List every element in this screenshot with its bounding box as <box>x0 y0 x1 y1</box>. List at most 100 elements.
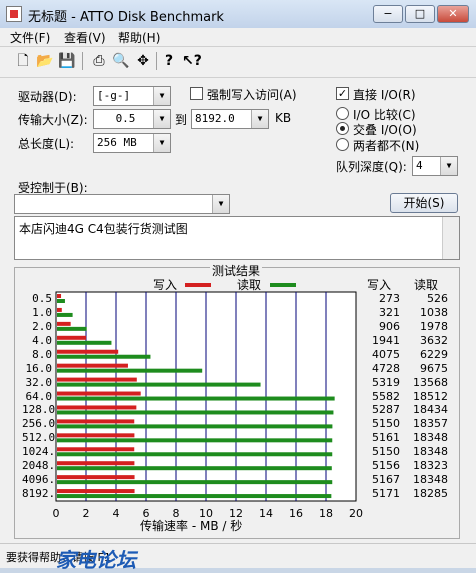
status-bar: 要获得帮助，请按 F1 家电论坛 <box>0 543 476 572</box>
menu-bar: 文件(F) 查看(V) 帮助(H) <box>0 28 476 46</box>
direct-io-label: 直接 I/O(R) <box>353 88 416 102</box>
chevron-down-icon: ▼ <box>153 110 170 128</box>
x-tick-label: 4 <box>112 507 120 520</box>
write-value: 5319 <box>372 375 400 389</box>
read-value: 1038 <box>420 305 448 319</box>
x-tick-label: 14 <box>259 507 273 520</box>
overlap-io-radio[interactable] <box>336 122 349 135</box>
controlled-by-select[interactable]: ▼ <box>14 194 230 214</box>
write-value: 5156 <box>372 459 400 473</box>
chevron-down-icon: ▼ <box>251 110 268 128</box>
read-value: 18348 <box>413 473 448 487</box>
neither-label: 两者都不(N) <box>353 139 420 153</box>
x-tick-label: 20 <box>349 507 363 520</box>
read-value: 18512 <box>413 389 448 403</box>
read-value: 1978 <box>420 319 448 333</box>
description-textarea[interactable]: 本店闪迪4G C4包装行货测试图 <box>14 216 460 260</box>
toolbar-separator <box>82 52 83 70</box>
y-category-label: 4.0 <box>32 333 52 347</box>
force-write-label: 强制写入访问(A) <box>207 88 297 102</box>
y-category-label: 16.0 <box>25 361 53 375</box>
legend-read-swatch <box>270 283 296 287</box>
transfer-from-select[interactable]: 0.5 ▼ <box>93 109 171 129</box>
drive-label: 驱动器(D): <box>18 90 77 104</box>
y-category-label: 8.0 <box>32 347 52 361</box>
write-value: 5167 <box>372 473 400 487</box>
menu-file[interactable]: 文件(F) <box>10 29 50 46</box>
read-value: 18285 <box>413 487 448 501</box>
transfer-size-label: 传输大小(Z): <box>18 113 88 127</box>
write-value: 273 <box>379 291 400 305</box>
drive-value: [-g-] <box>97 89 131 102</box>
chevron-down-icon: ▼ <box>212 195 229 213</box>
start-button[interactable]: 开始(S) <box>390 193 458 213</box>
toolbar-separator <box>156 52 157 70</box>
context-help-icon[interactable]: ↖? <box>182 52 202 70</box>
maximize-button[interactable]: □ <box>405 5 435 23</box>
y-category-label: 1.0 <box>32 305 52 319</box>
write-value: 5287 <box>372 403 400 417</box>
app-icon <box>6 6 22 22</box>
open-icon[interactable]: 📂 <box>36 52 54 70</box>
read-column-header: 读取 <box>414 278 439 292</box>
app-window: 无标题 - ATTO Disk Benchmark − □ ✕ 文件(F) 查看… <box>0 0 476 572</box>
read-value: 3632 <box>420 333 448 347</box>
menu-help[interactable]: 帮助(H) <box>118 29 160 46</box>
save-icon[interactable]: 💾 <box>58 52 76 70</box>
y-category-label: 2.0 <box>32 319 52 333</box>
read-value: 18348 <box>413 431 448 445</box>
legend-write-swatch <box>185 283 211 287</box>
queue-depth-select[interactable]: 4 ▼ <box>412 156 458 176</box>
x-axis-label: 传输速率 - MB / 秒 <box>140 519 243 533</box>
write-value: 5161 <box>372 431 400 445</box>
y-category-label: 8192.0 <box>22 487 62 501</box>
x-tick-label: 18 <box>319 507 333 520</box>
minimize-button[interactable]: − <box>373 5 403 23</box>
write-value: 1941 <box>372 333 400 347</box>
read-value: 9675 <box>420 361 448 375</box>
description-text: 本店闪迪4G C4包装行货测试图 <box>19 222 188 236</box>
legend-read-label: 读取 <box>237 278 262 292</box>
transfer-unit: KB <box>275 111 292 125</box>
direct-io-checkbox[interactable]: ✓ <box>336 87 349 100</box>
write-value: 321 <box>379 305 400 319</box>
y-category-label: 32.0 <box>25 375 53 389</box>
overlap-io-label: 交叠 I/O(O) <box>353 123 417 137</box>
close-button[interactable]: ✕ <box>437 5 469 23</box>
transfer-to-label: 到 <box>175 113 188 127</box>
chevron-down-icon: ▼ <box>153 134 170 152</box>
write-column-header: 写入 <box>367 278 392 292</box>
x-tick-label: 0 <box>52 507 60 520</box>
write-value: 5582 <box>372 389 400 403</box>
new-icon[interactable]: 🗋 <box>14 52 32 70</box>
print-preview-icon[interactable]: 🔍 <box>112 52 130 70</box>
y-category-label: 2048.0 <box>22 459 62 473</box>
move-icon[interactable]: ✥ <box>134 52 152 70</box>
y-category-label: 64.0 <box>25 389 53 403</box>
transfer-from-value: 0.5 <box>115 112 136 125</box>
x-tick-label: 16 <box>289 507 303 520</box>
vertical-scrollbar[interactable] <box>442 217 459 259</box>
force-write-checkbox[interactable] <box>190 87 203 100</box>
read-value: 526 <box>427 291 448 305</box>
title-bar: 无标题 - ATTO Disk Benchmark − □ ✕ <box>0 0 476 28</box>
window-title: 无标题 - ATTO Disk Benchmark <box>28 10 224 25</box>
write-value: 5150 <box>372 417 400 431</box>
menu-view[interactable]: 查看(V) <box>64 29 106 46</box>
transfer-to-select[interactable]: 8192.0 ▼ <box>191 109 269 129</box>
x-tick-label: 2 <box>82 507 90 520</box>
y-category-label: 128.0 <box>22 403 56 417</box>
y-category-label: 512.0 <box>22 431 56 445</box>
write-value: 5171 <box>372 487 400 501</box>
drive-select[interactable]: [-g-] ▼ <box>93 86 171 106</box>
y-category-label: 4096.0 <box>22 473 62 487</box>
total-length-select[interactable]: 256 MB ▼ <box>93 133 171 153</box>
y-category-label: 0.5 <box>32 291 52 305</box>
write-value: 4075 <box>372 347 400 361</box>
io-compare-radio[interactable] <box>336 107 349 120</box>
y-category-label: 256.0 <box>22 417 56 431</box>
help-icon[interactable]: ? <box>160 52 178 70</box>
read-value: 6229 <box>420 347 448 361</box>
neither-radio[interactable] <box>336 138 349 151</box>
print-icon[interactable]: ⎙ <box>90 52 108 70</box>
